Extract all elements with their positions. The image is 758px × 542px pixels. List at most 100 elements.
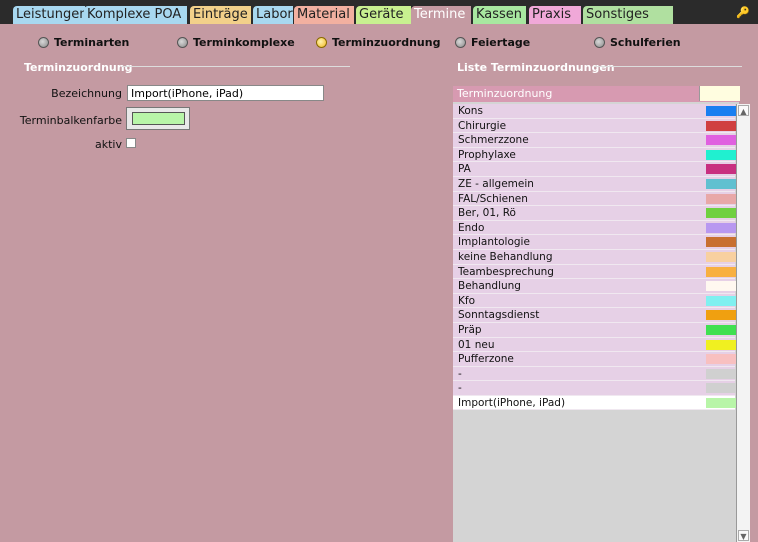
- list-item-color-swatch: [706, 295, 738, 306]
- list-header-color-column: [699, 86, 740, 101]
- list-item-color-swatch: [706, 222, 738, 233]
- list-item[interactable]: keine Behandlung: [453, 249, 738, 265]
- radio-label: Terminarten: [54, 36, 130, 49]
- list-header[interactable]: Terminzuordnung: [453, 86, 740, 102]
- left-section-title: Terminzuordnung: [24, 61, 133, 74]
- color-swatch: [132, 112, 185, 125]
- tab-ger-te[interactable]: Geräte: [356, 6, 411, 24]
- list-item[interactable]: -: [453, 366, 738, 382]
- list-item-name: Teambesprechung: [458, 265, 554, 278]
- list-item-color-swatch: [706, 354, 738, 365]
- list-item-name: Import(iPhone, iPad): [458, 396, 566, 409]
- radio-icon: [177, 37, 188, 48]
- list-item-name: Endo: [458, 221, 485, 234]
- tab-praxis[interactable]: Praxis: [529, 6, 581, 24]
- list-item-name: Schmerzzone: [458, 134, 529, 147]
- aktiv-label: aktiv: [95, 138, 122, 151]
- tab-sonstiges[interactable]: Sonstiges: [583, 6, 673, 24]
- list-item-name: -: [458, 382, 462, 395]
- list-item-color-swatch: [706, 368, 738, 379]
- list-item[interactable]: -: [453, 381, 738, 396]
- list-item[interactable]: Kons: [453, 104, 738, 119]
- tab-kassen[interactable]: Kassen: [473, 6, 526, 24]
- radio-terminzuordnung[interactable]: Terminzuordnung: [316, 36, 440, 49]
- list-item-color-swatch: [706, 178, 738, 189]
- radio-icon: [38, 37, 49, 48]
- list-item-color-swatch: [706, 266, 738, 277]
- list-item-color-swatch: [706, 164, 738, 175]
- tab-leistungen[interactable]: Leistungen: [13, 6, 85, 24]
- list-item-name: -: [458, 367, 462, 380]
- tab-labor[interactable]: Labor: [253, 6, 293, 24]
- list-item-color-swatch: [706, 120, 738, 131]
- section-divider: [594, 66, 742, 67]
- aktiv-checkbox[interactable]: [126, 138, 136, 148]
- radio-label: Schulferien: [610, 36, 681, 49]
- list-item-color-swatch: [706, 149, 738, 160]
- color-picker-button[interactable]: [126, 107, 190, 130]
- list-rows: Kons Chirurgie Schmerzzone Prophylaxe PA ZE -…: [453, 104, 738, 411]
- list-item[interactable]: Ber, 01, Rö: [453, 206, 738, 221]
- tab-bar: Leistungen Komplexe POA Einträge Labor Mater…: [0, 0, 758, 24]
- radio-terminkomplexe[interactable]: Terminkomplexe: [177, 36, 295, 49]
- list-item[interactable]: Schmerzzone: [453, 133, 738, 148]
- radio-feiertage[interactable]: Feiertage: [455, 36, 530, 49]
- radio-icon: [594, 37, 605, 48]
- bezeichnung-label: Bezeichnung: [51, 87, 122, 100]
- list-item[interactable]: Pufferzone: [453, 352, 738, 367]
- list-item-color-swatch: [706, 208, 738, 219]
- radio-icon: [455, 37, 466, 48]
- tab-eintr-ge[interactable]: Einträge: [190, 6, 251, 24]
- tab-material[interactable]: Material: [294, 6, 354, 24]
- list-item[interactable]: Behandlung: [453, 279, 738, 294]
- radio-label: Terminkomplexe: [193, 36, 295, 49]
- list-item-name: FAL/Schienen: [458, 192, 528, 205]
- list-item[interactable]: Präp: [453, 322, 738, 338]
- list-item[interactable]: Kfo: [453, 293, 738, 309]
- list-item[interactable]: Chirurgie: [453, 118, 738, 134]
- radio-selected-icon: [316, 37, 327, 48]
- key-icon[interactable]: 🔑: [736, 6, 750, 19]
- list-scrollbar[interactable]: ▲ ▼: [736, 104, 750, 542]
- list-item[interactable]: PA: [453, 162, 738, 177]
- scroll-up-icon[interactable]: ▲: [738, 105, 749, 116]
- radio-label: Terminzuordnung: [332, 36, 441, 49]
- list-item-name: Präp: [458, 323, 482, 336]
- list-item-color-swatch: [706, 310, 738, 321]
- radio-schulferien[interactable]: Schulferien: [594, 36, 681, 49]
- list-item[interactable]: Implantologie: [453, 235, 738, 250]
- list-item-color-swatch: [706, 281, 738, 292]
- terminbalkenfarbe-label: Terminbalkenfarbe: [19, 114, 122, 127]
- section-divider: [122, 66, 350, 67]
- list-item-name: Sonntagsdienst: [458, 309, 540, 322]
- list-item-color-swatch: [706, 397, 738, 408]
- list-item[interactable]: Teambesprechung: [453, 264, 738, 280]
- radio-terminarten[interactable]: Terminarten: [38, 36, 129, 49]
- list-item[interactable]: Import(iPhone, iPad): [453, 395, 738, 411]
- list-item-name: Pufferzone: [458, 353, 514, 366]
- scroll-down-icon[interactable]: ▼: [738, 530, 749, 541]
- list-item[interactable]: Sonntagsdienst: [453, 308, 738, 323]
- list-item-name: ZE - allgemein: [458, 177, 534, 190]
- tab-termine[interactable]: Termine: [411, 6, 471, 24]
- list-item-color-swatch: [706, 339, 738, 350]
- list-item-name: keine Behandlung: [458, 250, 553, 263]
- radio-label: Feiertage: [471, 36, 531, 49]
- list-item-name: Kons: [458, 105, 483, 117]
- list-item[interactable]: FAL/Schienen: [453, 191, 738, 207]
- tab-komplexe-poa[interactable]: Komplexe POA: [84, 6, 187, 24]
- list-item[interactable]: ZE - allgemein: [453, 176, 738, 192]
- list-item-color-swatch: [706, 135, 738, 146]
- list-item[interactable]: Prophylaxe: [453, 147, 738, 163]
- list-item-name: Prophylaxe: [458, 148, 516, 161]
- list-header-label: Terminzuordnung: [457, 87, 553, 100]
- list-item-name: Behandlung: [458, 280, 521, 293]
- list-item-name: Ber, 01, Rö: [458, 207, 516, 220]
- list-item[interactable]: Endo: [453, 220, 738, 236]
- list-item-color-swatch: [706, 324, 738, 335]
- bezeichnung-input[interactable]: [127, 85, 324, 101]
- list-item[interactable]: 01 neu: [453, 337, 738, 353]
- list-item-name: Chirurgie: [458, 119, 507, 132]
- list-item-name: 01 neu: [458, 338, 495, 351]
- list-item-color-swatch: [706, 383, 738, 394]
